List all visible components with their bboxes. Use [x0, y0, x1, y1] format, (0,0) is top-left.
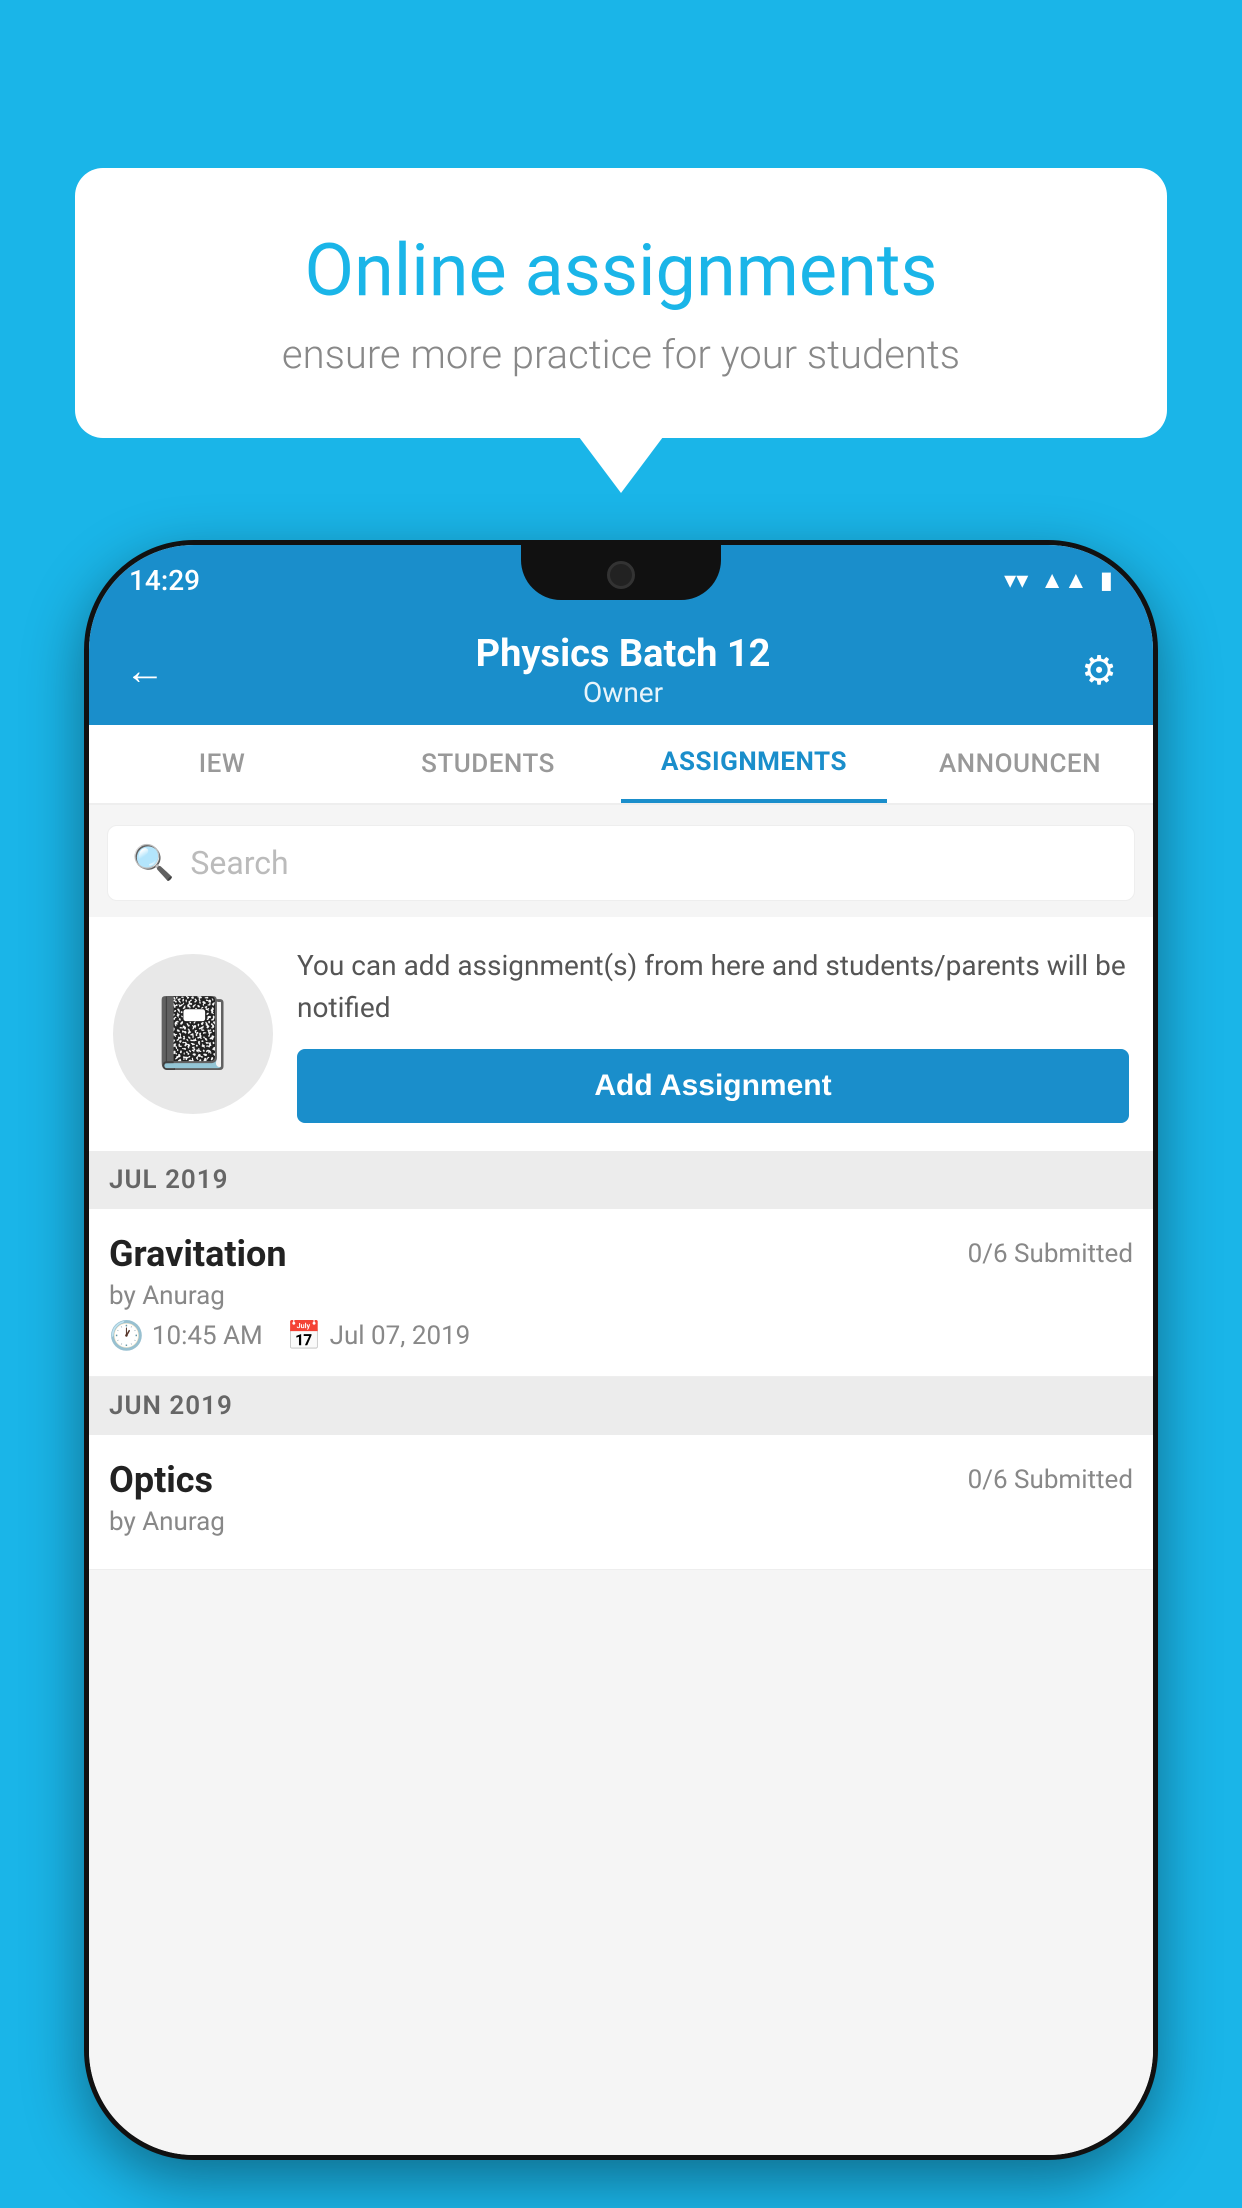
assignment-submitted-gravitation: 0/6 Submitted: [968, 1239, 1133, 1269]
app-header: ← Physics Batch 12 Owner ⚙: [89, 615, 1153, 725]
add-assignment-button[interactable]: Add Assignment: [297, 1049, 1129, 1123]
phone-content: 🔍 Search 📓 You can add assignment(s) fro…: [89, 805, 1153, 2155]
phone-camera: [607, 561, 635, 589]
date-info-gravitation: 📅 Jul 07, 2019: [287, 1319, 471, 1352]
tab-assignments[interactable]: ASSIGNMENTS: [621, 725, 887, 803]
status-time: 14:29: [129, 564, 200, 597]
tab-announcements[interactable]: ANNOUNCEN: [887, 725, 1153, 803]
tabs-bar: IEW STUDENTS ASSIGNMENTS ANNOUNCEN: [89, 725, 1153, 805]
promo-text: You can add assignment(s) from here and …: [297, 945, 1129, 1029]
phone-frame: 14:29 ▾▾ ▲▲ ▮ ← Physics Batch 12 Owner ⚙…: [84, 540, 1158, 2160]
assignment-by-gravitation: by Anurag: [109, 1281, 1133, 1311]
wifi-icon: ▾▾: [1004, 566, 1028, 594]
speech-bubble-title: Online assignments: [155, 228, 1087, 313]
assignment-meta-gravitation: 🕐 10:45 AM 📅 Jul 07, 2019: [109, 1319, 1133, 1352]
section-header-jun: JUN 2019: [89, 1377, 1153, 1435]
tab-students[interactable]: STUDENTS: [355, 725, 621, 803]
time-info-gravitation: 🕐 10:45 AM: [109, 1319, 263, 1352]
calendar-icon: 📅: [287, 1319, 322, 1352]
speech-bubble-subtitle: ensure more practice for your students: [155, 331, 1087, 378]
assignment-row1-optics: Optics 0/6 Submitted: [109, 1459, 1133, 1501]
assignment-name-gravitation: Gravitation: [109, 1233, 287, 1275]
back-button[interactable]: ←: [125, 647, 165, 694]
assignment-item-optics[interactable]: Optics 0/6 Submitted by Anurag: [89, 1435, 1153, 1570]
search-icon: 🔍: [132, 843, 174, 883]
assignment-item-gravitation[interactable]: Gravitation 0/6 Submitted by Anurag 🕐 10…: [89, 1209, 1153, 1377]
assignment-row1: Gravitation 0/6 Submitted: [109, 1233, 1133, 1275]
assignment-name-optics: Optics: [109, 1459, 213, 1501]
phone-notch: [521, 545, 721, 600]
battery-icon: ▮: [1100, 566, 1113, 594]
add-assignment-promo: 📓 You can add assignment(s) from here an…: [89, 917, 1153, 1151]
header-title: Physics Batch 12: [476, 632, 771, 676]
phone-screen: 14:29 ▾▾ ▲▲ ▮ ← Physics Batch 12 Owner ⚙…: [89, 545, 1153, 2155]
search-bar[interactable]: 🔍 Search: [107, 825, 1135, 901]
promo-icon-circle: 📓: [113, 954, 273, 1114]
search-placeholder: Search: [190, 844, 288, 882]
speech-bubble: Online assignments ensure more practice …: [75, 168, 1167, 438]
tab-iew[interactable]: IEW: [89, 725, 355, 803]
status-icons: ▾▾ ▲▲ ▮: [1004, 566, 1113, 595]
promo-right: You can add assignment(s) from here and …: [297, 945, 1129, 1123]
header-center: Physics Batch 12 Owner: [476, 632, 771, 709]
header-subtitle: Owner: [476, 676, 771, 709]
gear-icon[interactable]: ⚙: [1081, 647, 1117, 694]
assignment-time-gravitation: 10:45 AM: [152, 1321, 263, 1351]
notebook-icon: 📓: [149, 993, 236, 1075]
assignment-date-gravitation: Jul 07, 2019: [330, 1321, 471, 1351]
speech-bubble-container: Online assignments ensure more practice …: [75, 168, 1167, 438]
clock-icon: 🕐: [109, 1319, 144, 1352]
section-header-jul: JUL 2019: [89, 1151, 1153, 1209]
signal-icon: ▲▲: [1040, 566, 1088, 595]
assignment-by-optics: by Anurag: [109, 1507, 1133, 1537]
assignment-submitted-optics: 0/6 Submitted: [968, 1465, 1133, 1495]
